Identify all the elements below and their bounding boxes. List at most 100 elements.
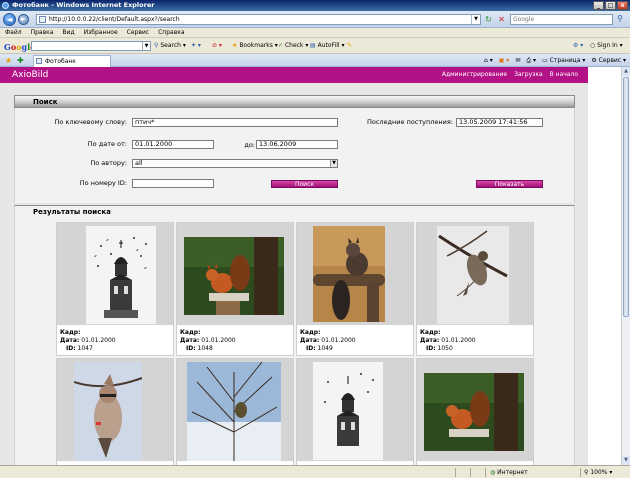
home-icon[interactable]: ⌂ ▾ <box>484 54 493 67</box>
check-button[interactable]: ✓ Check ▾ <box>278 38 308 54</box>
result-card[interactable] <box>56 358 174 465</box>
author-select[interactable]: all ▼ <box>132 159 338 168</box>
url-field[interactable]: http://10.0.0.22/client/Default.aspx?/se… <box>36 14 481 25</box>
feeds-icon[interactable]: ▣ ▾ <box>499 54 510 67</box>
mail-icon[interactable]: ✉ <box>515 54 520 67</box>
result-date: 01.01.2000 <box>321 337 356 344</box>
zoom-control[interactable]: ⚲ 100% ▾ <box>584 467 612 478</box>
menu-view[interactable]: Вид <box>62 28 74 37</box>
date-label: Дата: <box>180 337 200 344</box>
result-thumbnail[interactable] <box>297 359 413 461</box>
result-card[interactable] <box>296 358 414 465</box>
date-label: Дата: <box>420 337 440 344</box>
result-id: 1047 <box>77 345 93 352</box>
add-favorites-icon[interactable]: ✚ <box>17 56 24 65</box>
autofill-label: AutoFill <box>317 42 340 49</box>
maximize-button[interactable]: □ <box>605 1 616 10</box>
sign-in-button[interactable]: ○ Sign In ▾ <box>590 38 623 54</box>
nav-upload-link[interactable]: Загрузка <box>514 67 543 83</box>
print-icon[interactable]: ⎙ ▾ <box>526 54 536 67</box>
security-zone: ◍ Интернет <box>490 467 528 478</box>
autofill-button[interactable]: ▤ AutoFill ▾ <box>310 38 344 54</box>
refresh-icon[interactable]: ↻ <box>483 14 494 25</box>
keyword-value: птич* <box>135 118 155 126</box>
page-scrollbar[interactable]: ▲ ▼ <box>621 67 630 465</box>
show-button[interactable]: Показать <box>476 180 543 188</box>
scroll-down-icon[interactable]: ▼ <box>622 456 630 465</box>
google-search-input[interactable]: ▼ <box>31 41 151 51</box>
id-label: По номеру ID: <box>79 179 127 187</box>
id-label: ID: <box>306 345 316 352</box>
highlight-icon[interactable]: ✎ <box>347 38 352 54</box>
page-menu[interactable]: ▭ Страница ▾ <box>542 54 585 67</box>
date-from-input[interactable]: 01.01.2000 <box>132 140 214 149</box>
result-date: 01.01.2000 <box>201 337 236 344</box>
window-title-bar: Фотобанк - Windows Internet Explorer _ □… <box>0 0 630 11</box>
favorites-star-icon[interactable]: ★ <box>5 56 12 65</box>
scrollbar-thumb[interactable] <box>623 77 629 317</box>
google-extras-icon[interactable]: ✦ ▾ <box>191 38 201 54</box>
app-header: AxioBild Администрирование Загрузка В на… <box>0 67 588 83</box>
tab-favicon <box>36 58 42 64</box>
result-thumbnail[interactable] <box>177 223 293 325</box>
photo-squirrel-on-feeder <box>184 237 284 315</box>
tab-label: Фотобанк <box>45 58 76 65</box>
date-label: Дата: <box>60 337 80 344</box>
search-go-icon[interactable]: ⚲ <box>614 14 626 25</box>
stop-icon[interactable]: ✕ <box>496 14 507 25</box>
close-button[interactable]: x <box>617 1 628 10</box>
menu-tools[interactable]: Сервис <box>127 28 149 37</box>
author-label: По автору: <box>90 159 127 167</box>
result-thumbnail[interactable] <box>57 223 173 325</box>
result-card[interactable] <box>176 358 294 465</box>
popup-blocker-icon[interactable]: ⊘ ▾ <box>212 38 222 54</box>
id-input[interactable] <box>132 179 214 188</box>
browser-search-placeholder: Google <box>513 16 535 23</box>
tools-menu-label: Сервис <box>598 57 622 64</box>
bookmarks-button[interactable]: ★ Bookmarks ▾ <box>232 38 278 54</box>
url-text: http://10.0.0.22/client/Default.aspx?/se… <box>49 16 180 23</box>
result-card[interactable]: Кадр: Дата: 01.01.2000 ID: 1050 <box>416 222 534 356</box>
keyword-input[interactable]: птич* <box>132 118 338 127</box>
google-search-dropdown-icon[interactable]: ▼ <box>142 42 150 50</box>
search-form: По ключевому слову: птич* По дате от: 01… <box>14 108 575 203</box>
ie-icon <box>2 2 9 9</box>
result-thumbnail[interactable] <box>177 359 293 461</box>
date-to-value: 13.06.2009 <box>259 140 297 148</box>
scroll-up-icon[interactable]: ▲ <box>622 67 630 76</box>
recent-date-input[interactable]: 13.05.2009 17:41:56 <box>456 118 543 127</box>
result-thumbnail[interactable] <box>417 359 533 461</box>
result-thumbnail[interactable] <box>297 223 413 325</box>
minimize-button[interactable]: _ <box>593 1 604 10</box>
recent-date-value: 13.05.2009 17:41:56 <box>459 118 528 126</box>
autofill-icon: ▤ <box>310 42 316 49</box>
result-card[interactable]: Кадр: Дата: 01.01.2000 ID: 1049 <box>296 222 414 356</box>
result-card[interactable]: Кадр: Дата: 01.01.2000 ID: 1048 <box>176 222 294 356</box>
check-icon: ✓ <box>278 42 284 49</box>
forward-button[interactable]: ► <box>18 14 29 25</box>
menu-edit[interactable]: Правка <box>31 28 54 37</box>
tools-menu[interactable]: ⚙ Сервис ▾ <box>591 54 626 67</box>
result-card[interactable]: Кадр: Дата: 01.01.2000 ID: 1047 <box>56 222 174 356</box>
menu-help[interactable]: Справка <box>158 28 184 37</box>
result-card[interactable] <box>416 358 534 465</box>
settings-icon[interactable]: ⚙ ▾ <box>573 38 583 54</box>
nav-home-link[interactable]: В начало <box>550 67 578 83</box>
google-search-button[interactable]: ⚲ Search ▾ <box>154 38 186 54</box>
tab-photobank[interactable]: Фотобанк <box>33 55 111 67</box>
browser-search-input[interactable]: Google <box>510 14 613 25</box>
keyword-label: По ключевому слову: <box>54 118 127 126</box>
google-search-label: Search <box>160 42 181 49</box>
nav-admin-link[interactable]: Администрирование <box>442 67 507 83</box>
url-dropdown-icon[interactable]: ▼ <box>471 15 480 24</box>
result-thumbnail[interactable] <box>57 359 173 461</box>
menu-favorites[interactable]: Избранное <box>84 28 118 37</box>
result-thumbnail[interactable] <box>417 223 533 325</box>
back-button[interactable]: ◄ <box>3 13 16 26</box>
window-title: Фотобанк - Windows Internet Explorer <box>12 1 155 9</box>
search-button[interactable]: Поиск <box>271 180 338 188</box>
date-to-input[interactable]: 13.06.2009 <box>256 140 338 149</box>
menu-file[interactable]: Файл <box>5 28 22 37</box>
check-label: Check <box>284 42 304 49</box>
menu-bar: Файл Правка Вид Избранное Сервис Справка <box>0 28 630 38</box>
